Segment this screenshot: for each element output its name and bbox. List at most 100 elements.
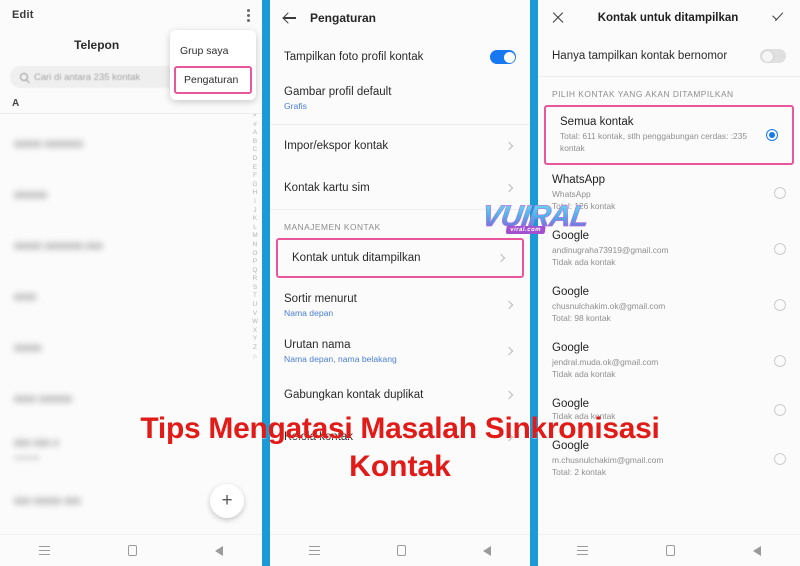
panel-divider-2 — [530, 0, 538, 566]
back-arrow-icon[interactable] — [284, 12, 296, 24]
account-radio-button[interactable] — [774, 243, 786, 255]
contact-list-item[interactable]: xxx xxx x xxxxxx — [0, 424, 262, 475]
row-gabungkan-kontak-duplikat[interactable]: Gabungkan kontak duplikat — [270, 374, 530, 416]
account-list-item[interactable]: Google jendral.muda.ok@gmail.com Tidak ada… — [538, 333, 800, 389]
account-radio-button[interactable] — [766, 129, 778, 141]
back-icon[interactable] — [215, 545, 223, 556]
show-profile-photo-toggle[interactable] — [490, 50, 516, 64]
account-detail-line2: Total: 126 kontak — [552, 201, 616, 211]
tab-telepon[interactable]: Telepon — [74, 38, 119, 52]
row-urutan-nama[interactable]: Urutan nama Nama depan, nama belakang — [270, 328, 530, 374]
menu-item-grup-saya[interactable]: Grup saya — [170, 38, 256, 64]
alpha-index-letter[interactable]: Z — [253, 344, 257, 351]
account-row-wrapper: Google m.chusnulchakim@gmail.com Total: 2 … — [538, 431, 800, 487]
alpha-index-letter[interactable]: R — [253, 275, 258, 282]
row-impor-ekspor-kontak[interactable]: Impor/ekspor kontak — [270, 125, 530, 167]
navbar-panel2 — [270, 534, 530, 566]
alpha-index-letter[interactable]: Q — [252, 267, 257, 274]
row-tampilkan-foto-profil[interactable]: Tampilkan foto profil kontak — [270, 36, 530, 78]
alpha-index-letter[interactable]: T — [253, 292, 257, 299]
contact-list-item[interactable]: xxxxx xxxxxxx — [0, 118, 262, 169]
contact-list-item[interactable]: xxxx — [0, 271, 262, 322]
alpha-index-letter[interactable]: N — [253, 241, 258, 248]
row-kontak-untuk-ditampilkan[interactable]: Kontak untuk ditampilkan — [278, 240, 522, 276]
account-radio-button[interactable] — [774, 404, 786, 416]
account-radio-button[interactable] — [774, 355, 786, 367]
alpha-index-letter[interactable]: I — [254, 198, 256, 205]
account-list-item[interactable]: Google m.chusnulchakim@gmail.com Total: 2 … — [538, 431, 800, 487]
alpha-index-letter[interactable]: Y — [253, 335, 257, 342]
alpha-index-letter[interactable]: G — [252, 181, 257, 188]
contact-list-item[interactable]: xxxx xxxxxx — [0, 373, 262, 424]
alpha-index-letter[interactable]: X — [253, 327, 257, 334]
account-list[interactable]: Semua kontak Total: 611 kontak, stlh peng… — [538, 105, 800, 487]
check-icon[interactable] — [772, 13, 786, 23]
alpha-index-letter[interactable]: E — [253, 164, 257, 171]
account-name: Semua kontak — [560, 116, 634, 128]
menu-item-pengaturan[interactable]: Pengaturan — [174, 66, 252, 94]
contact-list-item[interactable]: xxxxx xxxxxxx.xxx — [0, 220, 262, 271]
account-text-block: Google chusnulchakim.ok@gmail.com Total: 9… — [552, 286, 665, 324]
alpha-index-letter[interactable]: D — [253, 155, 258, 162]
row-hanya-kontak-bernomor[interactable]: Hanya tampilkan kontak bernomor — [538, 36, 800, 76]
contact-name: xxxx — [14, 290, 36, 303]
alpha-index-letter[interactable]: A — [253, 129, 257, 136]
row-kelola-kontak[interactable]: Kelola kontak — [270, 416, 530, 458]
home-icon[interactable] — [128, 545, 137, 556]
alpha-index-letter[interactable]: M — [252, 232, 257, 239]
account-name: Google — [552, 440, 590, 452]
alpha-index-letter[interactable]: J — [253, 207, 256, 214]
alpha-index-letter[interactable]: P — [253, 258, 257, 265]
contact-list-item[interactable]: xxxxxx — [0, 169, 262, 220]
contact-list-item[interactable]: xxxxx — [0, 322, 262, 373]
contact-name: xxxxxx — [14, 188, 47, 201]
account-radio-button[interactable] — [774, 299, 786, 311]
row-sortir-menurut[interactable]: Sortir menurut Nama depan — [270, 282, 530, 328]
home-icon[interactable] — [396, 545, 406, 556]
alpha-index-letter[interactable]: # — [253, 121, 257, 128]
account-list-item[interactable]: WhatsApp WhatsApp Total: 126 kontak — [538, 165, 800, 221]
account-list-item[interactable]: Google chusnulchakim.ok@gmail.com Total: 9… — [538, 277, 800, 333]
alphabet-index-scrubber[interactable]: ⌕ # A B C D E F G H I J K L M N O P Q R S T U V W X Y Z ⌂ — [252, 112, 258, 360]
alpha-index-letter[interactable]: K — [253, 215, 257, 222]
back-icon[interactable] — [753, 545, 761, 556]
account-radio-button[interactable] — [774, 453, 786, 465]
account-list-item[interactable]: Google andinugraha73919@gmail.com Tidak ad… — [538, 221, 800, 277]
alpha-index-letter[interactable]: B — [253, 138, 257, 145]
panel1-topbar: Edit — [0, 0, 262, 30]
row-kontak-kartu-sim[interactable]: Kontak kartu sim — [270, 167, 530, 209]
account-radio-button[interactable] — [774, 187, 786, 199]
chevron-right-icon — [504, 390, 514, 400]
alpha-index-letter[interactable]: O — [252, 250, 257, 257]
alpha-index-letter[interactable]: C — [253, 146, 258, 153]
alpha-index-letter[interactable]: F — [253, 172, 257, 179]
alpha-index-letter[interactable]: U — [253, 301, 258, 308]
account-text-block: WhatsApp WhatsApp Total: 126 kontak — [552, 174, 615, 212]
row-label: Kontak untuk ditampilkan — [292, 252, 421, 264]
alpha-index-letter[interactable]: ⌂ — [253, 353, 257, 360]
back-icon[interactable] — [483, 545, 492, 556]
alpha-index-letter[interactable]: H — [253, 189, 258, 196]
only-numbered-contacts-toggle[interactable] — [760, 49, 786, 63]
alpha-index-letter[interactable]: W — [252, 318, 258, 325]
account-list-item[interactable]: Google Tidak ada kontak — [538, 389, 800, 431]
alpha-index-letter[interactable]: L — [253, 224, 257, 231]
account-row-wrapper: Google jendral.muda.ok@gmail.com Tidak ada… — [538, 333, 800, 389]
home-icon[interactable] — [666, 545, 675, 556]
alpha-index-letter[interactable]: S — [253, 284, 257, 291]
account-text-block: Semua kontak Total: 611 kontak, stlh peng… — [560, 116, 747, 154]
recents-icon[interactable] — [308, 546, 320, 555]
alpha-index-letter[interactable]: ⌕ — [253, 112, 257, 119]
recents-icon[interactable] — [577, 546, 588, 555]
close-icon[interactable] — [552, 12, 564, 24]
overflow-menu-icon[interactable] — [247, 8, 250, 22]
account-detail-line1: m.chusnulchakim@gmail.com — [552, 455, 664, 465]
account-list-item[interactable]: Semua kontak Total: 611 kontak, stlh peng… — [546, 107, 792, 163]
chevron-right-icon — [504, 346, 514, 356]
recents-icon[interactable] — [39, 546, 50, 555]
add-contact-fab[interactable]: + — [210, 484, 244, 518]
alpha-index-letter[interactable]: V — [253, 310, 257, 317]
chevron-right-icon — [504, 141, 514, 151]
row-gambar-profil-default[interactable]: Gambar profil default Grafis — [270, 78, 530, 124]
edit-button[interactable]: Edit — [12, 9, 34, 21]
